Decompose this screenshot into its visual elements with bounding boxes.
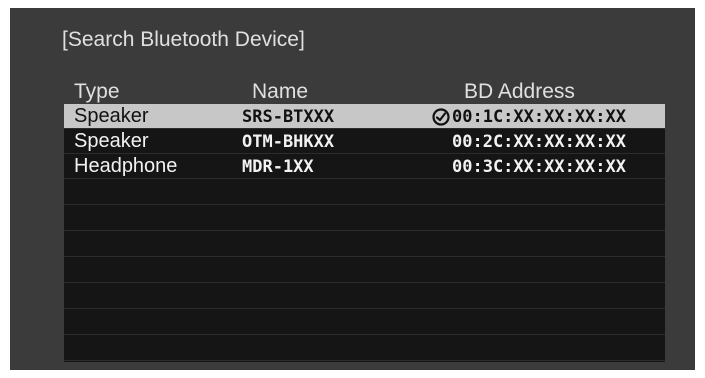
device-address: 00:1C:XX:XX:XX:XX: [452, 107, 626, 127]
connected-check-icon: [432, 108, 450, 126]
empty-list-row: [64, 205, 665, 231]
device-list: Speaker SRS-BTXXX 00:1C:XX:XX:XX:XX Spea…: [64, 104, 665, 362]
device-type: Speaker: [74, 130, 149, 152]
empty-list-row: [64, 335, 665, 361]
device-address: 00:3C:XX:XX:XX:XX: [452, 157, 626, 177]
empty-list-row: [64, 231, 665, 257]
empty-list-row: [64, 257, 665, 283]
empty-list-row: [64, 179, 665, 205]
device-name: SRS-BTXXX: [242, 107, 335, 127]
table-header: Type Name BD Address: [74, 80, 675, 103]
empty-list-row: [64, 283, 665, 309]
device-type: Speaker: [74, 105, 149, 127]
column-header-address: BD Address: [464, 80, 575, 103]
column-header-name: Name: [252, 80, 309, 103]
screen-title: [Search Bluetooth Device]: [62, 28, 305, 51]
device-row[interactable]: Speaker OTM-BHKXX 00:2C:XX:XX:XX:XX: [64, 129, 665, 154]
device-row[interactable]: Headphone MDR-1XX 00:3C:XX:XX:XX:XX: [64, 154, 665, 179]
bluetooth-search-screen: [Search Bluetooth Device] Type Name BD A…: [10, 8, 695, 370]
empty-list-row: [64, 309, 665, 335]
column-header-type: Type: [74, 80, 120, 103]
device-name: MDR-1XX: [242, 157, 314, 177]
device-row[interactable]: Speaker SRS-BTXXX 00:1C:XX:XX:XX:XX: [64, 104, 665, 129]
device-address: 00:2C:XX:XX:XX:XX: [452, 132, 626, 152]
device-name: OTM-BHKXX: [242, 132, 335, 152]
device-type: Headphone: [74, 155, 178, 177]
